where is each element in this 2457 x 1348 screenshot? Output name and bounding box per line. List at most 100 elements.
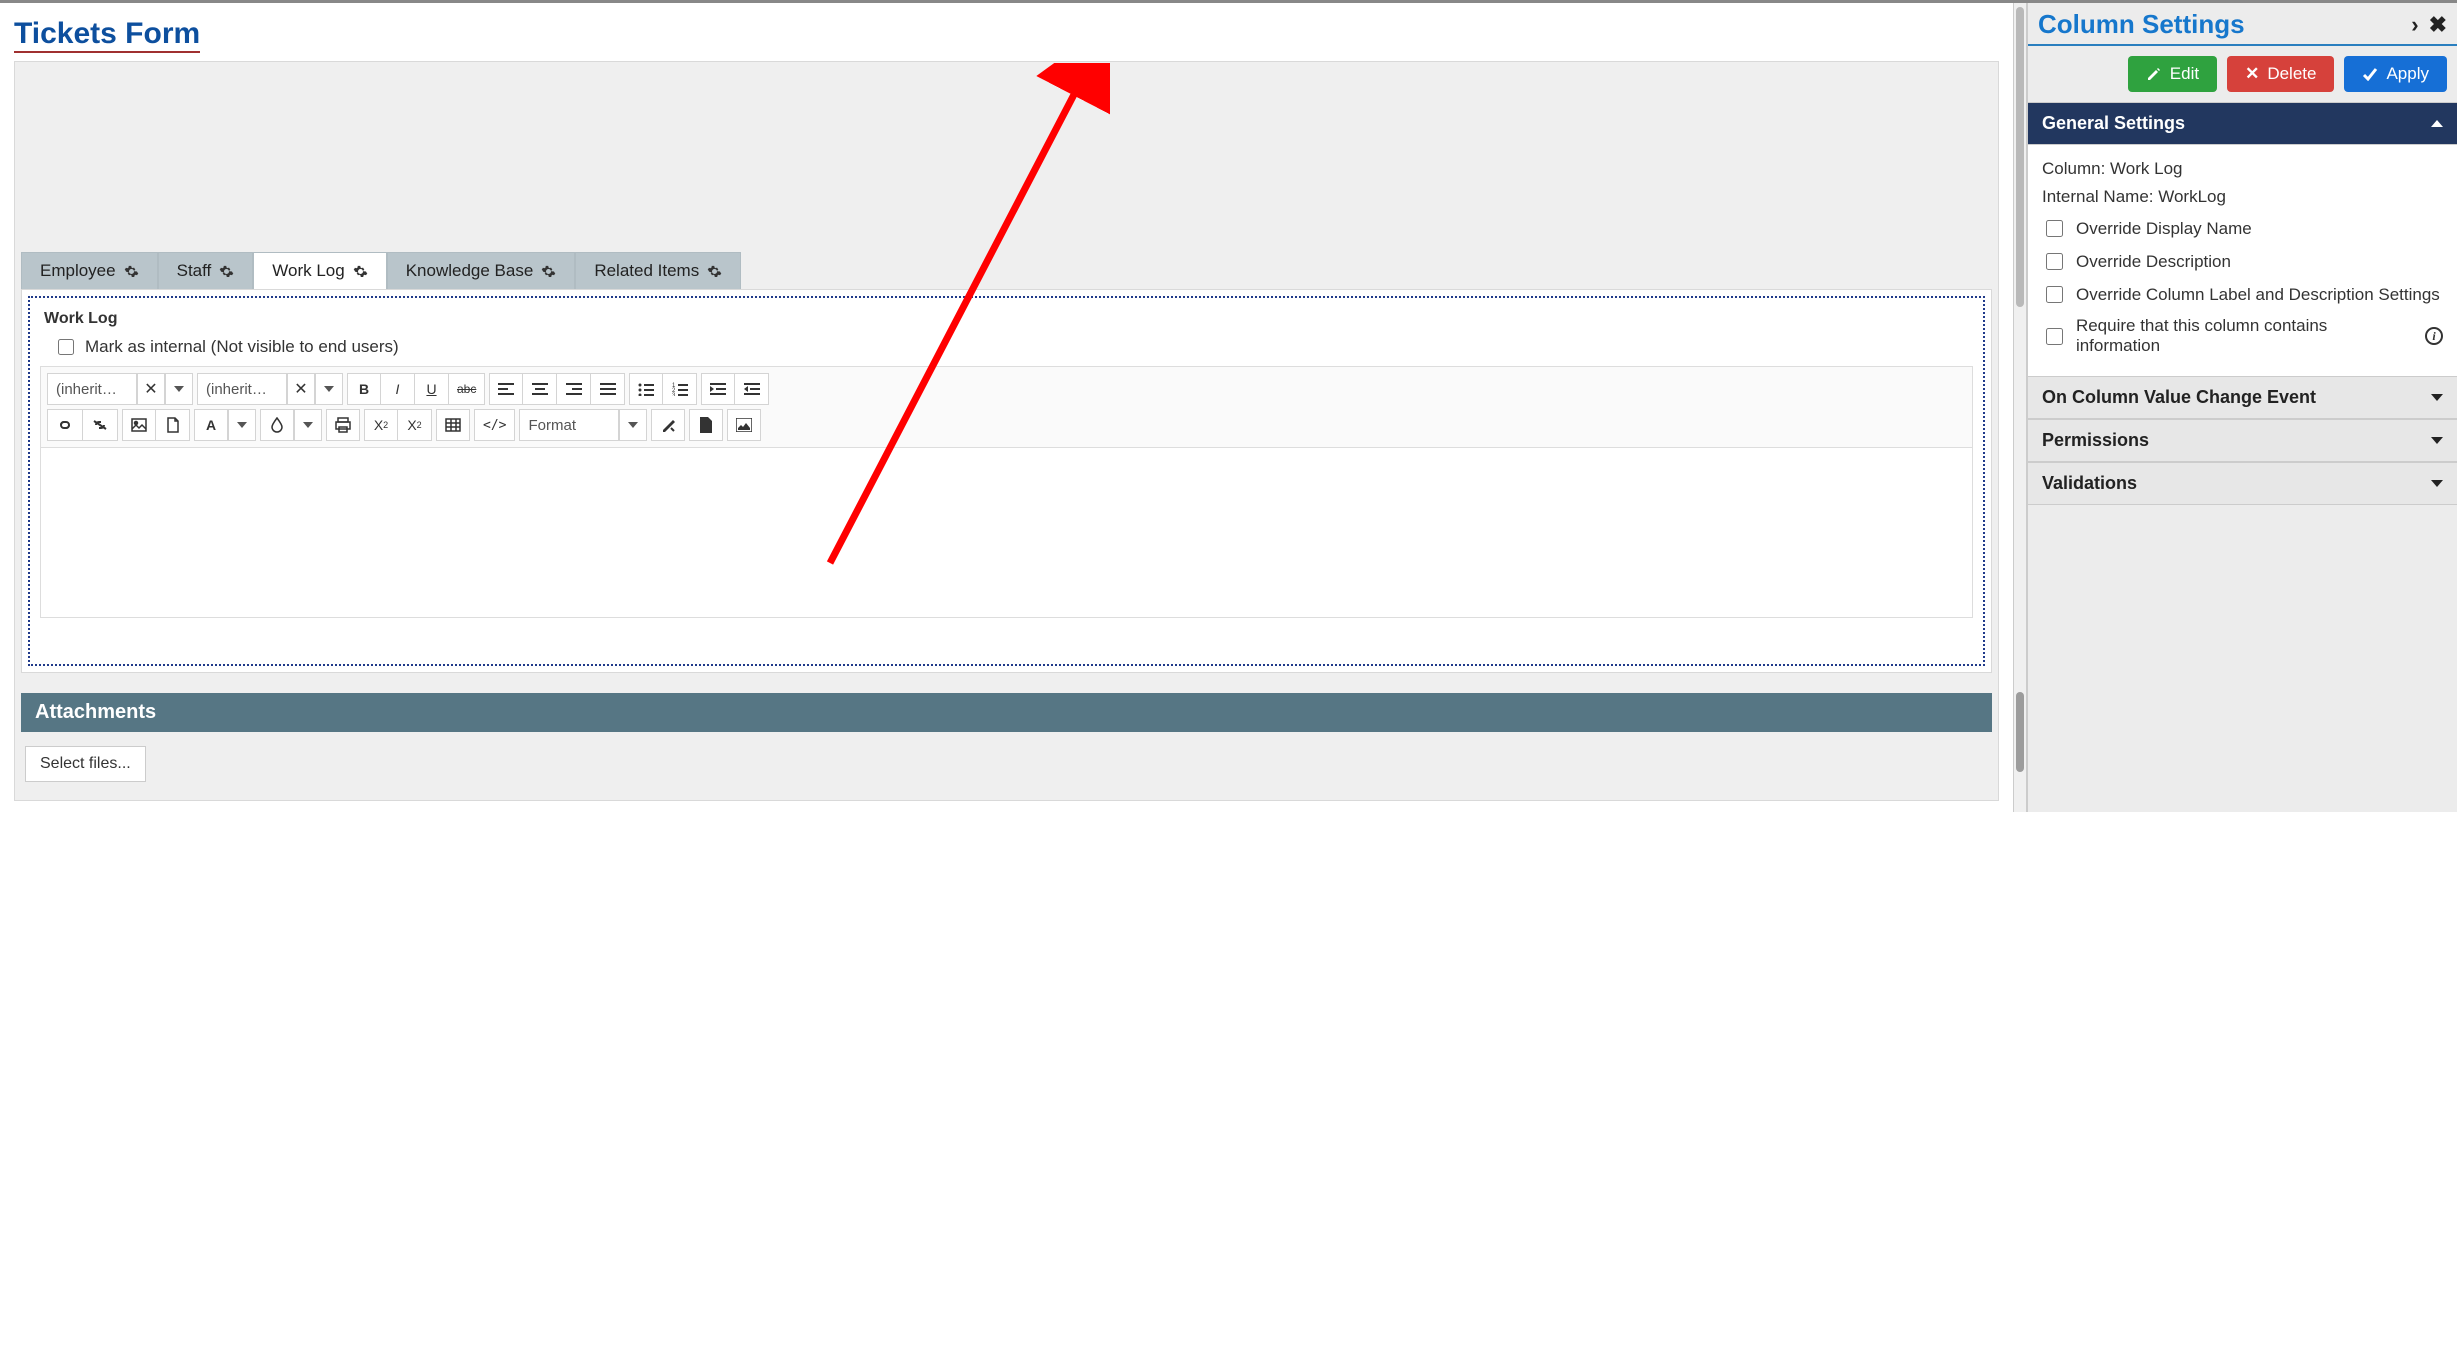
section-permissions[interactable]: Permissions — [2028, 419, 2457, 462]
internal-name-line: Internal Name: WorkLog — [2042, 187, 2443, 207]
work-log-field[interactable]: Work Log Mark as internal (Not visible t… — [28, 296, 1985, 666]
checkbox-input[interactable] — [2046, 328, 2063, 345]
link-button[interactable] — [47, 409, 83, 441]
align-left-button[interactable] — [489, 373, 523, 405]
section-validations[interactable]: Validations — [2028, 462, 2457, 505]
align-right-button[interactable] — [557, 373, 591, 405]
close-icon[interactable]: ✖ — [2429, 12, 2447, 38]
insert-image-button[interactable] — [727, 409, 761, 441]
vertical-scrollbar[interactable] — [2013, 3, 2027, 812]
side-panel-header: Column Settings › ✖ — [2028, 3, 2457, 46]
superscript-button[interactable]: X2 — [398, 409, 432, 441]
font-family-display[interactable]: (inherit… — [47, 373, 137, 405]
insert-file-button[interactable] — [689, 409, 723, 441]
tab-knowledge-base[interactable]: Knowledge Base — [387, 252, 576, 289]
ordered-list-button[interactable]: 123 — [663, 373, 697, 405]
apply-label: Apply — [2386, 64, 2429, 84]
richtext-editor[interactable] — [40, 448, 1973, 618]
form-blank-area — [15, 62, 1998, 252]
mark-internal-input[interactable] — [58, 339, 74, 355]
override-description-checkbox[interactable]: Override Description — [2042, 250, 2443, 273]
override-display-name-checkbox[interactable]: Override Display Name — [2042, 217, 2443, 240]
section-label: Permissions — [2042, 430, 2149, 451]
section-general-settings[interactable]: General Settings — [2028, 102, 2457, 145]
main-pane: Tickets Form Employee Staff — [0, 3, 2013, 812]
gear-icon — [124, 264, 139, 279]
chevron-down-icon — [2431, 394, 2443, 401]
section-on-change-event[interactable]: On Column Value Change Event — [2028, 376, 2457, 419]
font-color-picker[interactable]: A — [194, 409, 256, 441]
outdent-button[interactable] — [735, 373, 769, 405]
print-button[interactable] — [326, 409, 360, 441]
drop-icon[interactable] — [260, 409, 294, 441]
checkbox-input[interactable] — [2046, 220, 2063, 237]
scrollbar-thumb[interactable] — [2016, 7, 2024, 307]
chevron-right-icon[interactable]: › — [2411, 12, 2418, 38]
unlink-button[interactable] — [83, 409, 118, 441]
delete-button[interactable]: ✕ Delete — [2227, 56, 2334, 92]
clear-icon[interactable]: ✕ — [287, 373, 315, 405]
chevron-down-icon — [2431, 480, 2443, 487]
file-button[interactable] — [156, 409, 190, 441]
code-button[interactable]: </> — [474, 409, 515, 441]
checkbox-label: Require that this column contains inform… — [2076, 316, 2415, 356]
apply-button[interactable]: Apply — [2344, 56, 2447, 92]
edit-label: Edit — [2170, 64, 2199, 84]
gear-icon — [707, 264, 722, 279]
info-icon[interactable]: i — [2425, 327, 2443, 345]
tab-staff[interactable]: Staff — [158, 252, 254, 289]
section-label: Validations — [2042, 473, 2137, 494]
format-display[interactable]: Format — [519, 409, 619, 441]
chevron-down-icon[interactable] — [315, 373, 343, 405]
column-label: Column: — [2042, 159, 2105, 178]
general-settings-body: Column: Work Log Internal Name: WorkLog … — [2028, 145, 2457, 376]
tab-label: Related Items — [594, 261, 699, 281]
tab-employee[interactable]: Employee — [21, 252, 158, 289]
chevron-down-icon[interactable] — [228, 409, 256, 441]
page-title: Tickets Form — [14, 17, 200, 53]
font-size-display[interactable]: (inherit… — [197, 373, 287, 405]
unordered-list-button[interactable] — [629, 373, 663, 405]
checkbox-input[interactable] — [2046, 286, 2063, 303]
scrollbar-thumb[interactable] — [2016, 692, 2024, 772]
image-button[interactable] — [122, 409, 156, 441]
checkbox-input[interactable] — [2046, 253, 2063, 270]
bold-button[interactable]: B — [347, 373, 381, 405]
attachments-header: Attachments — [21, 693, 1992, 732]
override-label-desc-checkbox[interactable]: Override Column Label and Description Se… — [2042, 283, 2443, 306]
check-icon — [2362, 67, 2378, 81]
mark-internal-checkbox[interactable]: Mark as internal (Not visible to end use… — [54, 336, 1973, 358]
clear-icon[interactable]: ✕ — [137, 373, 165, 405]
align-justify-button[interactable] — [591, 373, 625, 405]
italic-button[interactable]: I — [381, 373, 415, 405]
checkbox-label: Override Description — [2076, 252, 2231, 272]
chevron-down-icon[interactable] — [294, 409, 322, 441]
underline-button[interactable]: U — [415, 373, 449, 405]
font-color-icon[interactable]: A — [194, 409, 228, 441]
select-files-button[interactable]: Select files... — [25, 746, 146, 782]
table-button[interactable] — [436, 409, 470, 441]
clean-format-button[interactable] — [651, 409, 685, 441]
font-size-picker[interactable]: (inherit… ✕ — [197, 373, 343, 405]
chevron-down-icon[interactable] — [619, 409, 647, 441]
require-info-checkbox[interactable]: Require that this column contains inform… — [2042, 316, 2443, 356]
background-color-picker[interactable] — [260, 409, 322, 441]
tab-related-items[interactable]: Related Items — [575, 252, 741, 289]
checkbox-label: Override Column Label and Description Se… — [2076, 285, 2440, 305]
tab-work-log[interactable]: Work Log — [253, 252, 386, 289]
field-label: Work Log — [44, 310, 1973, 328]
font-family-picker[interactable]: (inherit… ✕ — [47, 373, 193, 405]
align-center-button[interactable] — [523, 373, 557, 405]
gear-icon — [353, 264, 368, 279]
format-picker[interactable]: Format — [519, 409, 647, 441]
chevron-down-icon[interactable] — [165, 373, 193, 405]
column-value: Work Log — [2110, 159, 2182, 178]
internal-name-label: Internal Name: — [2042, 187, 2154, 206]
tab-body: Work Log Mark as internal (Not visible t… — [21, 289, 1992, 673]
edit-button[interactable]: Edit — [2128, 56, 2217, 92]
chevron-up-icon — [2431, 120, 2443, 127]
indent-button[interactable] — [701, 373, 735, 405]
subscript-button[interactable]: X2 — [364, 409, 398, 441]
strikethrough-button[interactable]: abc — [449, 373, 485, 405]
form-shell: Employee Staff Work Log — [14, 61, 1999, 801]
